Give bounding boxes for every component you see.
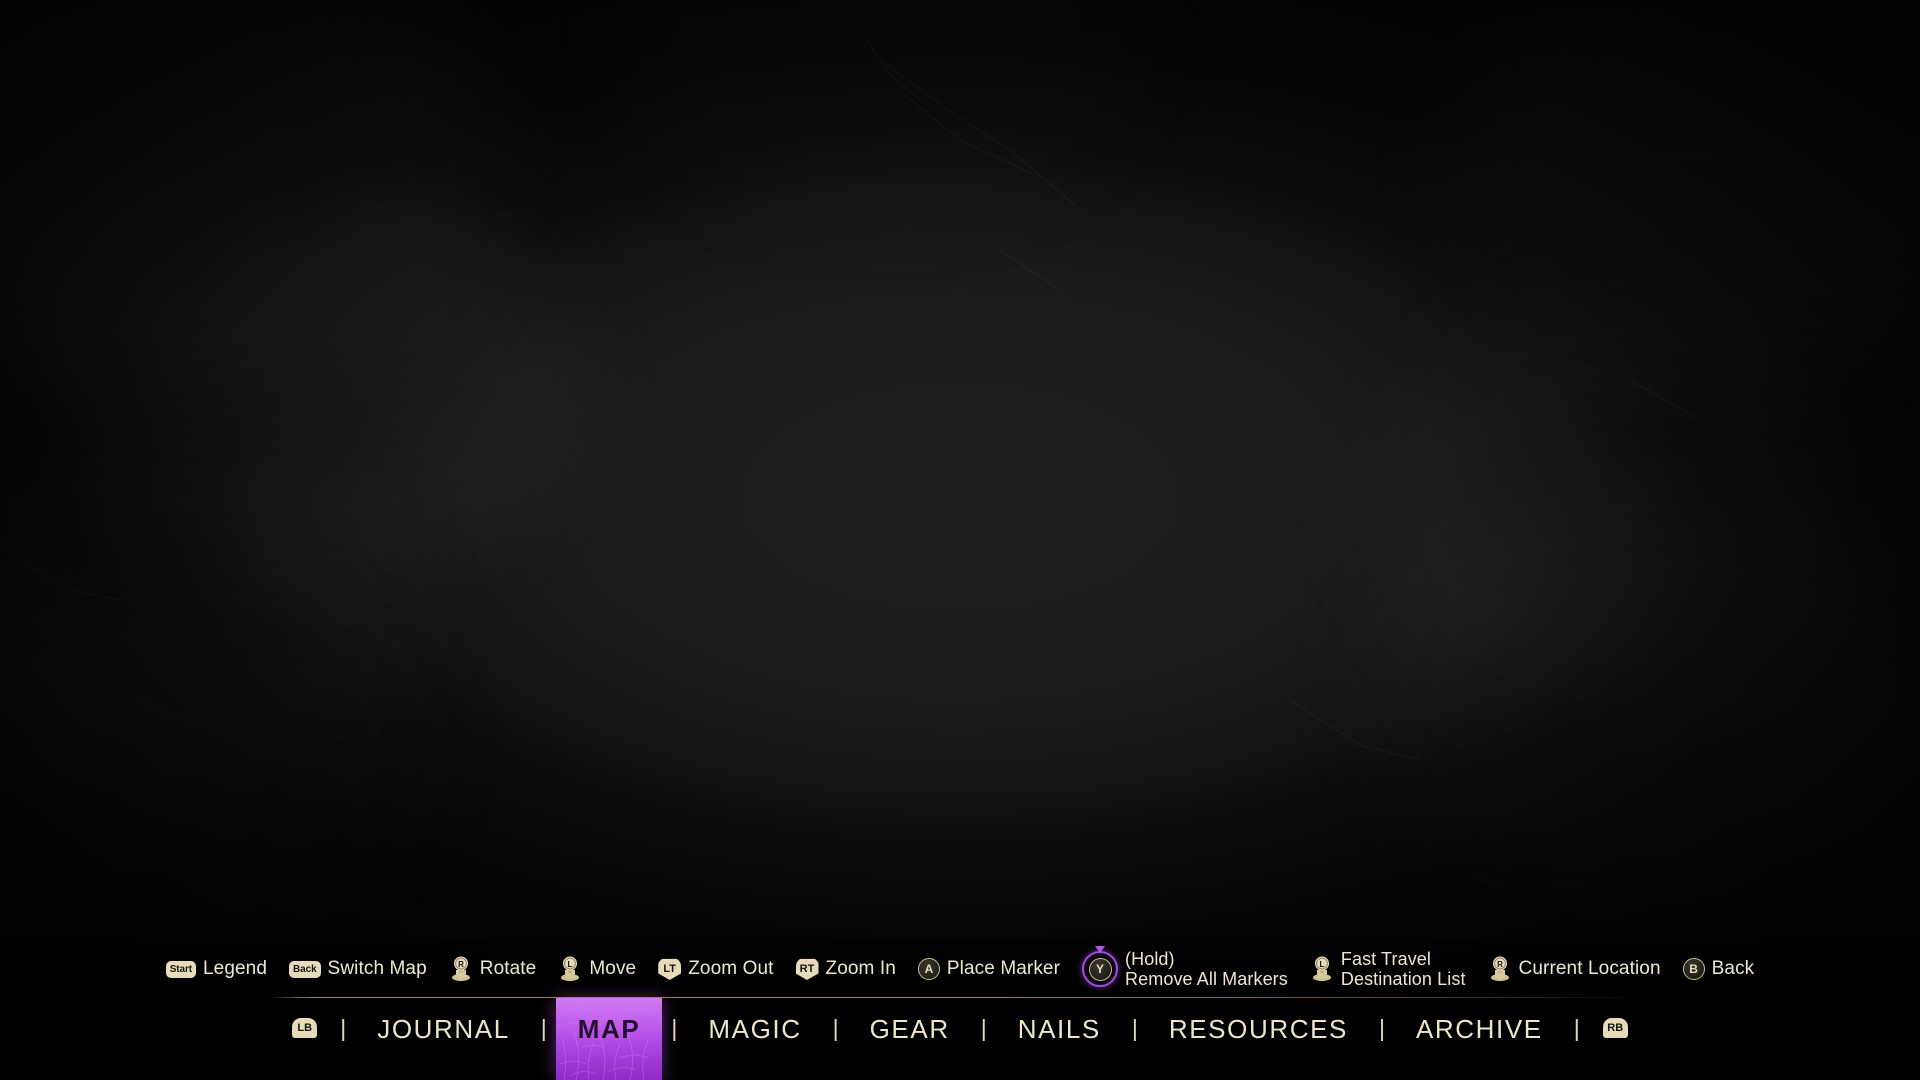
tab-separator: | (1573, 1015, 1580, 1041)
left-bumper-icon[interactable]: LB (278, 998, 331, 1080)
y-button-hold-icon[interactable]: Y (1082, 946, 1119, 987)
prompt-back-button[interactable]: Back Switch Map (289, 958, 427, 980)
b-button-icon[interactable]: B (1682, 958, 1705, 980)
tab-separator: | (671, 1015, 678, 1041)
tab-label: RESOURCES (1168, 1014, 1348, 1044)
fog-wisp (1360, 300, 1880, 730)
prompt-label-line2: Remove All Markers (1125, 969, 1288, 989)
tab-nails[interactable]: NAILS (996, 998, 1123, 1080)
tab-label: JOURNAL (377, 1014, 510, 1044)
tab-label: MAGIC (708, 1014, 802, 1044)
prompt-left-stick-click[interactable]: L Fast Travel Destination List (1310, 949, 1466, 989)
tab-separator: | (980, 1015, 987, 1041)
prompt-label: Switch Map (327, 958, 427, 980)
right-stick-icon[interactable]: R (449, 956, 473, 982)
right-bumper-label: RB (1602, 1018, 1628, 1038)
controller-prompt-bar: Start Legend Back Switch Map R Rotate L Move LT Z… (0, 938, 1920, 1000)
tab-separator: | (1378, 1015, 1385, 1041)
prompt-b-button[interactable]: B Back (1682, 958, 1755, 980)
prompt-label: Place Marker (946, 958, 1061, 980)
left-stick-click-icon[interactable]: L (1310, 956, 1334, 982)
tab-label: ARCHIVE (1415, 1014, 1543, 1044)
svg-text:R: R (458, 960, 464, 969)
tab-map[interactable]: MAP (556, 998, 663, 1080)
tab-resources[interactable]: RESOURCES (1147, 998, 1370, 1080)
tab-label: GEAR (869, 1014, 950, 1044)
right-stick-click-icon[interactable]: R (1488, 956, 1512, 982)
prompt-start-button[interactable]: Start Legend (165, 958, 268, 980)
tab-label: NAILS (1017, 1014, 1101, 1044)
prompt-label-line1: (Hold) (1125, 948, 1175, 969)
prompt-label: Zoom Out (688, 958, 774, 980)
prompt-label: Current Location (1518, 958, 1661, 980)
left-bumper-label: LB (292, 1018, 318, 1038)
tab-archive[interactable]: ARCHIVE (1394, 998, 1565, 1080)
prompt-label: Move (589, 958, 637, 980)
tab-separator: | (540, 1015, 547, 1041)
menu-tab-bar: LB | JOURNAL | MAP | MAGIC | GEAR | NAILS | RESOURCE… (0, 998, 1920, 1080)
tab-separator: | (1131, 1015, 1138, 1041)
svg-text:R: R (1497, 960, 1503, 969)
prompt-label-line2: Destination List (1340, 969, 1466, 989)
prompt-a-button[interactable]: A Place Marker (917, 958, 1061, 980)
svg-text:L: L (1319, 960, 1324, 969)
prompt-y-button-hold[interactable]: Y (Hold) Remove All Markers (1082, 946, 1288, 989)
scratch-texture (19, 29, 1741, 888)
fog-wisp (1450, 0, 1920, 380)
prompt-right-trigger[interactable]: RT Zoom In (795, 958, 896, 980)
svg-text:L: L (568, 960, 573, 969)
fog-wisp (0, 570, 440, 930)
game-map-screen: Start Legend Back Switch Map R Rotate L Move LT Z… (0, 0, 1920, 1080)
left-trigger-icon[interactable]: LT (658, 958, 682, 980)
right-trigger-icon[interactable]: RT (795, 958, 819, 980)
tab-magic[interactable]: MAGIC (686, 998, 823, 1080)
tab-separator: | (832, 1015, 839, 1041)
prompt-label: (Hold) Remove All Markers (1125, 949, 1288, 989)
start-button-icon[interactable]: Start (165, 960, 197, 978)
tab-gear[interactable]: GEAR (848, 998, 972, 1080)
left-stick-icon[interactable]: L (558, 956, 582, 982)
map-viewport[interactable] (0, 0, 1920, 1080)
fog-wisp (1360, 490, 1920, 890)
a-button-icon[interactable]: A (917, 958, 940, 980)
prompt-right-stick[interactable]: R Rotate (449, 956, 537, 982)
prompt-label: Rotate (479, 958, 537, 980)
fog-wisp (620, 0, 1140, 220)
prompt-left-trigger[interactable]: LT Zoom Out (658, 958, 773, 980)
vignette-overlay (0, 0, 1920, 1080)
prompt-label: Legend (203, 958, 268, 980)
right-bumper-icon[interactable]: RB (1589, 998, 1642, 1080)
prompt-left-stick[interactable]: L Move (558, 956, 636, 982)
prompt-label: Back (1711, 958, 1755, 980)
prompt-label-line1: Fast Travel (1340, 948, 1431, 969)
fog-wisp (60, 170, 580, 590)
prompt-label: Zoom In (825, 958, 896, 980)
prompt-label: Fast Travel Destination List (1341, 949, 1466, 989)
tab-separator: | (340, 1015, 347, 1041)
prompt-right-stick-click[interactable]: R Current Location (1488, 956, 1661, 982)
back-button-icon[interactable]: Back (289, 960, 321, 978)
fog-wisp (0, 0, 500, 400)
tab-journal[interactable]: JOURNAL (355, 998, 532, 1080)
tab-label: MAP (577, 1014, 641, 1044)
fog-wisp (0, 430, 420, 810)
